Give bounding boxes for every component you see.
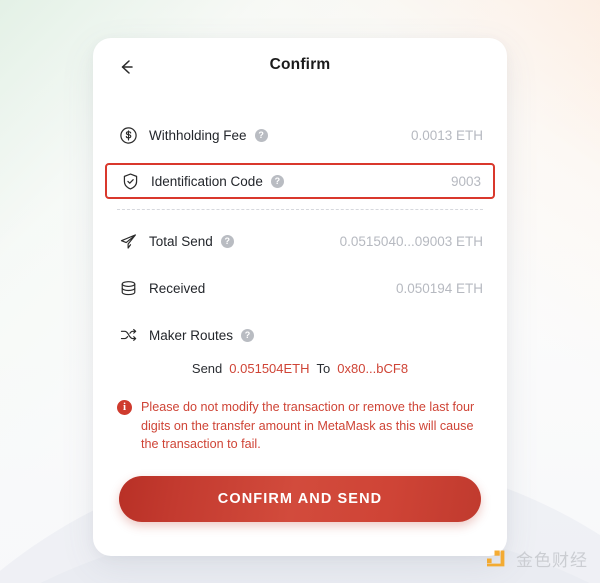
row-label: Identification Code bbox=[151, 173, 263, 189]
card-header: Confirm bbox=[93, 38, 507, 94]
screen-root: Confirm Withholding Fee ? 0.0013 ETH Ide… bbox=[0, 0, 600, 583]
action-area: CONFIRM AND SEND bbox=[93, 454, 507, 522]
help-icon[interactable]: ? bbox=[254, 128, 268, 142]
watermark: 金色财经 bbox=[483, 545, 588, 571]
confirm-card: Confirm Withholding Fee ? 0.0013 ETH Ide… bbox=[93, 38, 507, 556]
jinse-logo-icon bbox=[483, 545, 509, 571]
warning-message: i Please do not modify the transaction o… bbox=[117, 398, 479, 454]
paper-plane-icon bbox=[117, 230, 139, 252]
coin-stack-icon bbox=[117, 277, 139, 299]
row-total-send: Total Send ? 0.0515040...09003 ETH bbox=[93, 222, 507, 260]
row-label: Maker Routes bbox=[149, 327, 234, 343]
row-identification-code: Identification Code ? 9003 bbox=[105, 163, 495, 199]
detail-rows: Withholding Fee ? 0.0013 ETH Identificat… bbox=[93, 94, 507, 376]
page-title: Confirm bbox=[269, 56, 331, 73]
route-send-label: Send bbox=[191, 361, 223, 376]
watermark-text: 金色财经 bbox=[516, 550, 588, 571]
shield-check-icon bbox=[119, 170, 141, 192]
help-icon[interactable]: ? bbox=[241, 328, 255, 342]
row-value: 9003 bbox=[450, 173, 481, 189]
row-label: Withholding Fee bbox=[149, 127, 247, 143]
warning-text: Please do not modify the transaction or … bbox=[141, 400, 475, 451]
help-icon[interactable]: ? bbox=[220, 234, 234, 248]
dollar-circle-icon bbox=[117, 124, 139, 146]
help-icon[interactable]: ? bbox=[270, 174, 284, 188]
route-to-value: 0x80...bCF8 bbox=[337, 361, 409, 376]
row-label: Total Send bbox=[149, 233, 213, 249]
shuffle-icon bbox=[117, 324, 139, 346]
dashed-separator bbox=[117, 209, 483, 210]
row-value: 0.0515040...09003 ETH bbox=[339, 233, 483, 249]
confirm-and-send-button[interactable]: CONFIRM AND SEND bbox=[119, 475, 481, 522]
maker-route-detail: Send 0.051504ETH To 0x80...bCF8 bbox=[93, 361, 507, 376]
row-value: 0.050194 ETH bbox=[395, 280, 483, 296]
route-to-label: To bbox=[316, 361, 331, 376]
row-maker-routes: Maker Routes ? bbox=[93, 316, 507, 354]
row-received: Received 0.050194 ETH bbox=[93, 269, 507, 307]
row-withholding-fee: Withholding Fee ? 0.0013 ETH bbox=[93, 116, 507, 154]
row-label: Received bbox=[149, 280, 206, 296]
info-circle-icon: i bbox=[117, 400, 132, 415]
route-send-value: 0.051504ETH bbox=[229, 361, 310, 376]
row-value: 0.0013 ETH bbox=[410, 127, 483, 143]
